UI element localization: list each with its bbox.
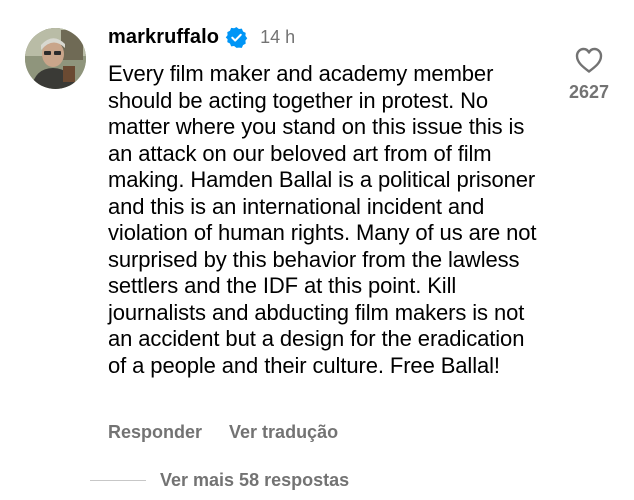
comment: markruffalo 14 h Every film maker and ac…	[0, 0, 634, 500]
comment-header: markruffalo 14 h	[108, 24, 295, 50]
view-replies-button[interactable]: Ver mais 58 respostas	[160, 470, 349, 491]
avatar-image	[25, 28, 86, 89]
avatar[interactable]	[25, 28, 86, 89]
timestamp: 14 h	[260, 26, 296, 47]
like-button[interactable]: 2627	[560, 46, 618, 103]
heart-outline-icon[interactable]	[574, 46, 604, 74]
comment-actions: Responder Ver tradução	[108, 422, 338, 443]
view-replies[interactable]: Ver mais 58 respostas	[90, 468, 349, 492]
like-count: 2627	[568, 82, 610, 102]
reply-button[interactable]: Responder	[108, 422, 202, 443]
replies-divider	[90, 479, 146, 481]
verified-badge-icon	[225, 26, 248, 49]
username[interactable]: markruffalo	[108, 26, 219, 49]
comment-text: Every film maker and academy member shou…	[108, 61, 537, 378]
translate-button[interactable]: Ver tradução	[229, 422, 338, 443]
